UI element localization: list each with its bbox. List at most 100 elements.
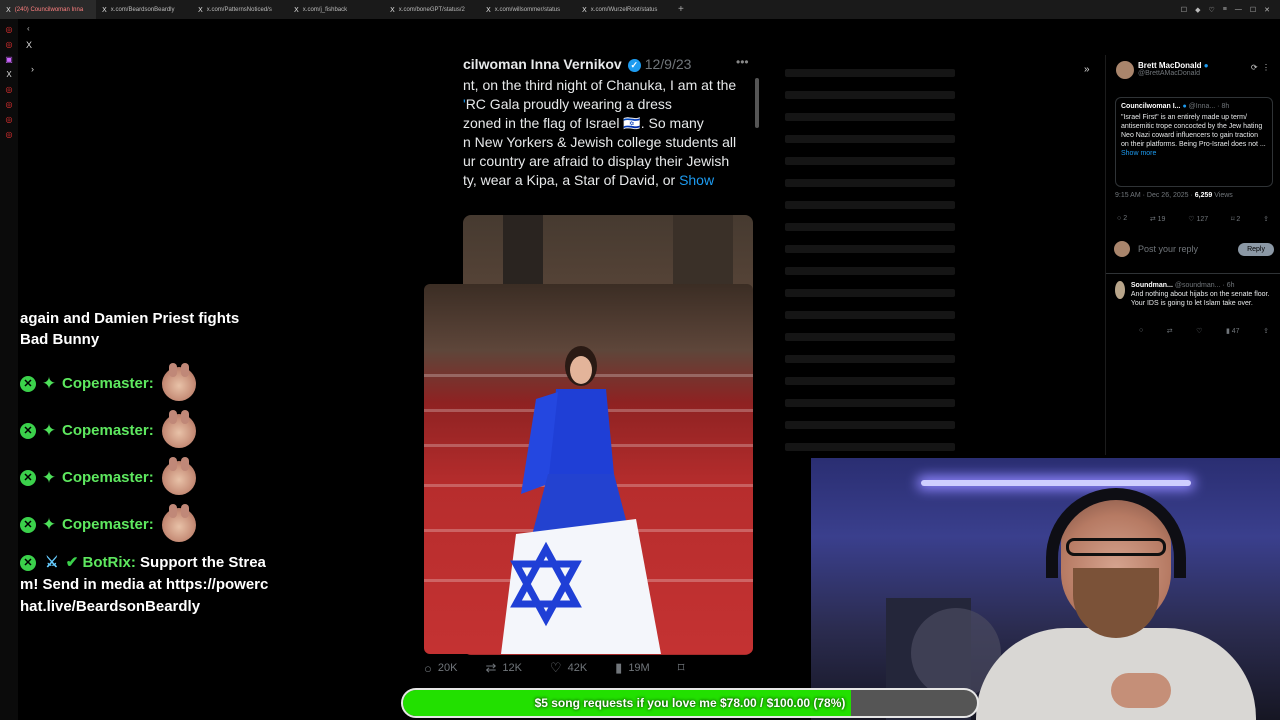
donation-goal-bar: $5 song requests if you love me $78.00 /… bbox=[401, 688, 979, 718]
author-name[interactable]: Brett MacDonald ● bbox=[1138, 61, 1209, 70]
chat-username: Copemaster: bbox=[62, 422, 154, 439]
badge-icon: ✕ bbox=[20, 469, 36, 486]
maximize-icon[interactable]: ☐ bbox=[1250, 6, 1256, 14]
tweet-date[interactable]: 12/9/23 bbox=[645, 56, 692, 72]
comment-icon[interactable]: ○ bbox=[1139, 327, 1143, 335]
bookmark-button[interactable]: ⌑ bbox=[678, 660, 691, 676]
reply-button[interactable]: ○ 2 bbox=[1117, 215, 1127, 223]
tweet-photo[interactable] bbox=[424, 284, 753, 654]
tab-title: x.com/BeardsonBeardly bbox=[110, 6, 175, 13]
tweet-line: ty, wear a Kipa, a Star of David, or Sho… bbox=[463, 172, 715, 188]
new-tab-button[interactable]: + bbox=[672, 4, 690, 15]
close-icon[interactable]: ✕ bbox=[1264, 6, 1270, 14]
bookmark-icon[interactable]: ☐ bbox=[1181, 6, 1187, 14]
headphones bbox=[1046, 488, 1186, 578]
repost-button[interactable]: ⇄ 12K bbox=[485, 660, 521, 676]
heart-icon[interactable]: ♡ bbox=[1208, 6, 1214, 14]
browser-tab[interactable]: Xx.com/j_fishback bbox=[288, 0, 384, 19]
post-actions: ○ 2 ⇄ 19 ♡ 127 ⌑ 2 ⇪ bbox=[1117, 215, 1269, 223]
extension-icon[interactable]: ◆ bbox=[1195, 6, 1200, 14]
browser-tab[interactable]: Xx.com/BeardsonBeardly bbox=[96, 0, 192, 19]
like-button[interactable]: ♡ 42K bbox=[550, 660, 587, 676]
app-icon[interactable]: ◎ bbox=[4, 130, 14, 139]
bunny-emote-icon bbox=[161, 409, 196, 448]
app-icon[interactable]: ◎ bbox=[4, 85, 14, 94]
repost-icon[interactable]: ⇄ bbox=[1167, 327, 1173, 335]
chat-message: ✕ ✦ Copemaster: bbox=[20, 360, 270, 407]
comment-icon: ○ bbox=[424, 660, 432, 676]
repost-count: 12K bbox=[502, 662, 522, 674]
reply-post[interactable]: Soundman... @soundman... · 6h And nothin… bbox=[1115, 281, 1275, 308]
right-panel-thread: Brett MacDonald ● @BrettAMacDonald ⟳ ⋮ C… bbox=[1105, 55, 1280, 455]
chat-message-text: again and Damien Priest fights Bad Bunny bbox=[20, 310, 240, 348]
browser-tab-bar: X (240) Councilwoman Inna Xx.com/Beardson… bbox=[0, 0, 1280, 19]
views-button[interactable]: ▮ 19M bbox=[615, 660, 650, 676]
browser-tab[interactable]: Xx.com/PatternsNoticed/s bbox=[192, 0, 288, 19]
bookmark-button[interactable]: ⌑ 2 bbox=[1231, 215, 1240, 223]
browser-toolbar-icons: ☐ ◆ ♡ ≡ — ☐ ✕ bbox=[1181, 0, 1280, 19]
bookmark-icon: ⌑ bbox=[677, 660, 685, 675]
heart-icon[interactable]: ♡ bbox=[1196, 327, 1202, 335]
sidebar-rail: ◎ ◎ ▣ X ◎ ◎ ◎ ◎ bbox=[0, 19, 18, 720]
x-logo-icon: X bbox=[486, 5, 491, 14]
bar-chart-icon: ▮ bbox=[615, 660, 623, 675]
like-button[interactable]: ♡ 127 bbox=[1188, 215, 1208, 223]
view-count: 19M bbox=[628, 662, 650, 674]
app-icon[interactable]: ◎ bbox=[4, 25, 14, 34]
sword-badge-icon: ⚔ bbox=[45, 554, 59, 571]
streamer-shirt bbox=[976, 628, 1256, 720]
tweet-header: cilwoman Inna Vernikov ✓ 12/9/23 bbox=[463, 56, 691, 72]
grok-icon[interactable]: ⟳ ⋮ bbox=[1251, 63, 1270, 72]
reply-button[interactable]: Reply bbox=[1238, 242, 1274, 256]
avatar[interactable] bbox=[1116, 61, 1134, 79]
quoted-post[interactable]: Councilwoman I... ● @Inna... · 8h "Israe… bbox=[1115, 97, 1273, 187]
stream-chat: again and Damien Priest fights Bad Bunny… bbox=[20, 308, 270, 618]
minimize-icon[interactable]: — bbox=[1235, 6, 1242, 13]
app-icon[interactable]: ◎ bbox=[4, 115, 14, 124]
chevron-right-icon[interactable]: › bbox=[31, 64, 34, 74]
tweet-line: zoned in the flag of Israel 🇮🇱. So many bbox=[463, 115, 704, 131]
share-icon[interactable]: ⇪ bbox=[1263, 215, 1269, 223]
twitch-icon[interactable]: ▣ bbox=[4, 55, 14, 64]
chat-username: Copemaster: bbox=[62, 516, 154, 533]
menu-icon[interactable]: ≡ bbox=[1223, 6, 1227, 13]
avatar bbox=[1114, 241, 1130, 257]
share-icon[interactable]: ⇪ bbox=[1263, 327, 1269, 335]
reply-composer: Post your reply Reply bbox=[1114, 241, 1274, 257]
chat-message: ✕ ✦ Copemaster: bbox=[20, 454, 270, 501]
x-logo-icon[interactable]: X bbox=[26, 40, 32, 50]
show-more-link[interactable]: Show more bbox=[1121, 150, 1267, 157]
more-options-icon[interactable]: ••• bbox=[736, 55, 749, 69]
tweet-author[interactable]: cilwoman Inna Vernikov bbox=[463, 56, 622, 72]
chat-message: ✕ ✦ Copemaster: bbox=[20, 407, 270, 454]
glasses bbox=[1066, 538, 1166, 556]
reply-button[interactable]: ○ 20K bbox=[424, 661, 457, 676]
author-handle[interactable]: @BrettAMacDonald bbox=[1138, 70, 1209, 77]
show-more-link[interactable]: Show bbox=[679, 172, 714, 188]
browser-tab[interactable]: Xx.com/willsommer/status bbox=[480, 0, 576, 19]
x-logo-icon[interactable]: X bbox=[4, 70, 14, 79]
avatar[interactable] bbox=[1115, 281, 1125, 299]
x-logo-icon: X bbox=[198, 5, 203, 14]
star-badge-icon: ✦ bbox=[41, 373, 57, 393]
chevron-right-icon[interactable]: » bbox=[1084, 64, 1090, 75]
quote-text: "Israel First" is an entirely made up te… bbox=[1121, 114, 1266, 148]
back-icon[interactable]: ‹ bbox=[27, 24, 30, 33]
post-author-row: Brett MacDonald ● @BrettAMacDonald bbox=[1116, 61, 1209, 79]
repost-button[interactable]: ⇄ 19 bbox=[1150, 215, 1166, 223]
browser-tab-active[interactable]: X (240) Councilwoman Inna bbox=[0, 0, 96, 19]
views-button[interactable]: ▮ 47 bbox=[1226, 327, 1240, 335]
divider bbox=[1106, 273, 1280, 274]
x-logo-icon: X bbox=[582, 5, 587, 14]
bunny-emote-icon bbox=[161, 456, 196, 495]
woman-in-flag-dress bbox=[501, 346, 661, 654]
browser-tab[interactable]: Xx.com/boneGPT/status/2 bbox=[384, 0, 480, 19]
tab-title: (240) Councilwoman Inna bbox=[14, 6, 84, 13]
browser-tab[interactable]: Xx.com/WurzelRoot/status bbox=[576, 0, 672, 19]
reply-text: And nothing about hijabs on the senate f… bbox=[1130, 291, 1270, 307]
app-icon[interactable]: ◎ bbox=[4, 100, 14, 109]
x-logo-icon: X bbox=[6, 5, 11, 14]
reply-input[interactable]: Post your reply bbox=[1138, 244, 1238, 254]
app-icon[interactable]: ◎ bbox=[4, 40, 14, 49]
scrollbar[interactable] bbox=[755, 78, 759, 128]
